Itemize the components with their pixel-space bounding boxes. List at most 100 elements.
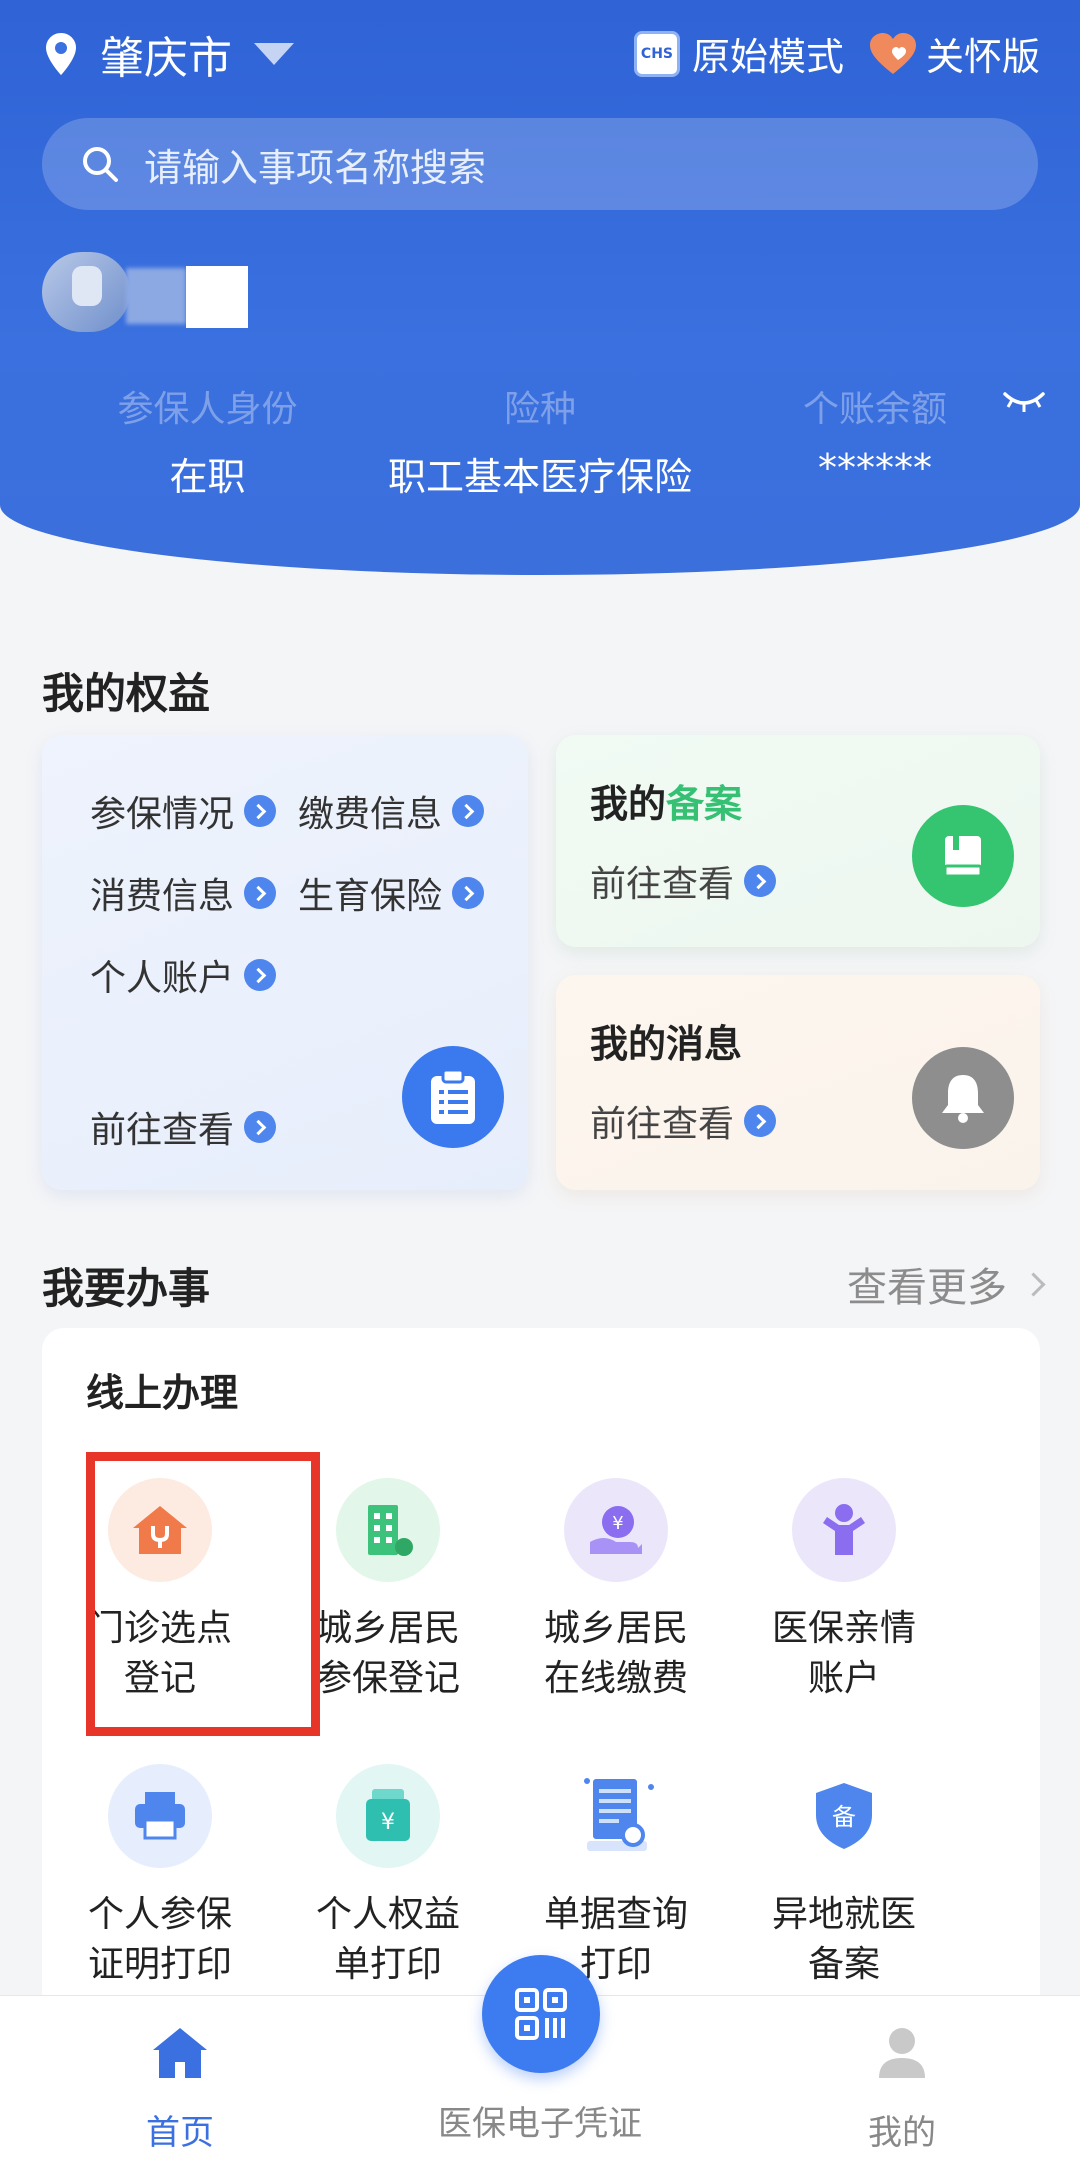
service-rights-statement-print[interactable]: ¥ 个人权益 单打印 bbox=[273, 1764, 503, 1990]
user-name-masked bbox=[126, 268, 186, 324]
messages-go-view[interactable]: 前往查看 bbox=[590, 1095, 777, 1147]
insurance-type-info: 险种 职工基本医疗保险 bbox=[360, 380, 720, 501]
care-version-label: 关怀版 bbox=[925, 35, 1040, 79]
benefit-link-consumption[interactable]: 消费信息 bbox=[90, 867, 277, 919]
insurance-type-label: 险种 bbox=[503, 389, 576, 430]
qr-code-icon bbox=[515, 1988, 567, 2040]
benefit-link-label: 个人账户 bbox=[90, 958, 235, 999]
nav-mine-label: 我的 bbox=[868, 2113, 936, 2153]
insurance-info: 参保人身份 在职 险种 职工基本医疗保险 个账余额 ****** bbox=[0, 380, 1080, 500]
benefit-link-maternity[interactable]: 生育保险 bbox=[298, 867, 485, 919]
service-label-line2: 在线缴费 bbox=[543, 1658, 688, 1699]
city-name: 肇庆市 bbox=[100, 33, 232, 84]
go-view-label: 前往查看 bbox=[590, 864, 735, 905]
building-icon bbox=[336, 1478, 440, 1582]
chevron-down-icon bbox=[254, 43, 294, 65]
my-messages-card[interactable]: 我的消息 前往查看 bbox=[556, 975, 1040, 1190]
benefit-link-label: 缴费信息 bbox=[298, 794, 443, 835]
service-remote-medical-filing[interactable]: 备 异地就医 备案 bbox=[729, 1764, 959, 1990]
benefit-link-payment[interactable]: 缴费信息 bbox=[298, 785, 485, 837]
service-label-line1: 单据查询 bbox=[543, 1894, 688, 1935]
nav-mine[interactable]: 我的 bbox=[852, 2026, 952, 2154]
location-pin-icon bbox=[46, 33, 76, 75]
yuan-wallet-icon: ¥ bbox=[336, 1764, 440, 1868]
service-resident-payment[interactable]: ¥ 城乡居民 在线缴费 bbox=[501, 1478, 731, 1704]
service-label: 异地就医 备案 bbox=[729, 1890, 959, 1990]
my-messages-title: 我的消息 bbox=[590, 1022, 743, 1066]
qr-code-button[interactable] bbox=[482, 1955, 600, 2073]
original-mode-button[interactable]: CHS 原始模式 bbox=[633, 26, 844, 81]
identity-info: 参保人身份 在职 bbox=[70, 380, 345, 501]
user-name-masked-2 bbox=[186, 266, 248, 328]
highlight-box bbox=[86, 1452, 320, 1736]
insurance-type-value: 职工基本医疗保险 bbox=[387, 455, 692, 499]
search-icon bbox=[83, 147, 118, 182]
service-label-line2: 备案 bbox=[807, 1944, 880, 1985]
identity-value: 在职 bbox=[169, 455, 246, 499]
my-filing-title: 我的备案 bbox=[590, 773, 742, 828]
service-family-account[interactable]: 医保亲情 账户 bbox=[729, 1478, 959, 1704]
filing-go-view[interactable]: 前往查看 bbox=[590, 855, 777, 907]
service-label: 医保亲情 账户 bbox=[729, 1604, 959, 1704]
nav-home[interactable]: 首页 bbox=[130, 2026, 230, 2154]
avatar[interactable] bbox=[42, 252, 130, 332]
services-section-title: 我要办事 bbox=[42, 1264, 211, 1313]
identity-label: 参保人身份 bbox=[117, 389, 298, 430]
original-mode-label: 原始模式 bbox=[691, 35, 844, 79]
service-label: 个人权益 单打印 bbox=[273, 1890, 503, 1990]
service-label-line1: 个人权益 bbox=[315, 1894, 460, 1935]
yuan-hand-icon: ¥ bbox=[564, 1478, 668, 1582]
search-placeholder: 请输入事项名称搜索 bbox=[144, 145, 487, 190]
benefit-link-participation[interactable]: 参保情况 bbox=[90, 785, 277, 837]
arrow-right-icon bbox=[244, 959, 277, 991]
eye-closed-icon[interactable] bbox=[1002, 386, 1046, 416]
home-icon bbox=[153, 2028, 207, 2078]
arrow-right-icon bbox=[244, 877, 277, 909]
go-view-label: 前往查看 bbox=[90, 1110, 235, 1151]
shield-filing-icon: 备 bbox=[792, 1764, 896, 1868]
benefit-link-label: 生育保险 bbox=[298, 876, 443, 917]
city-selector[interactable]: 肇庆市 bbox=[44, 22, 294, 86]
account-balance-label: 个账余额 bbox=[802, 389, 947, 430]
benefits-section-title: 我的权益 bbox=[42, 669, 211, 718]
service-label-line1: 城乡居民 bbox=[543, 1608, 688, 1649]
my-filing-card[interactable]: 我的备案 前往查看 bbox=[556, 735, 1040, 947]
mode-switches: CHS 原始模式 关怀版 bbox=[633, 26, 1040, 81]
arrow-right-icon bbox=[452, 795, 485, 827]
my-filing-title-highlight: 备案 bbox=[666, 782, 743, 826]
service-label-line1: 异地就医 bbox=[771, 1894, 916, 1935]
benefits-card[interactable]: 参保情况 缴费信息 消费信息 生育保险 个人账户 前往查看 bbox=[42, 735, 528, 1190]
book-icon bbox=[912, 805, 1014, 907]
arrow-right-icon bbox=[744, 865, 777, 897]
top-bar: 肇庆市 CHS 原始模式 关怀版 bbox=[0, 0, 1080, 110]
service-label-line1: 医保亲情 bbox=[771, 1608, 916, 1649]
nav-voucher[interactable]: 医保电子凭证 bbox=[430, 2096, 650, 2145]
view-more-link[interactable]: 查看更多 bbox=[847, 1255, 1042, 1313]
online-services-title: 线上办理 bbox=[86, 1371, 239, 1415]
benefit-link-personal-account[interactable]: 个人账户 bbox=[90, 949, 277, 1001]
care-version-button[interactable]: 关怀版 bbox=[844, 26, 1040, 81]
arrow-right-icon bbox=[244, 795, 277, 827]
service-enrollment-certificate-print[interactable]: 个人参保 证明打印 bbox=[45, 1764, 275, 1990]
service-label-line1: 个人参保 bbox=[87, 1894, 232, 1935]
service-label-line2: 账户 bbox=[807, 1658, 880, 1699]
shield-badge-text: 备 bbox=[832, 1803, 856, 1831]
go-view-label: 前往查看 bbox=[590, 1104, 735, 1145]
arrow-right-icon bbox=[744, 1105, 777, 1137]
bell-icon bbox=[912, 1047, 1014, 1149]
my-filing-title-prefix: 我的 bbox=[590, 782, 667, 826]
account-balance-value: ****** bbox=[818, 446, 932, 490]
search-input[interactable]: 请输入事项名称搜索 bbox=[42, 118, 1038, 210]
header-banner: 肇庆市 CHS 原始模式 关怀版 请输入事项名称搜索 参保人身份 在职 险种 职… bbox=[0, 0, 1080, 575]
svg-text:¥: ¥ bbox=[381, 1810, 395, 1835]
benefits-go-view[interactable]: 前往查看 bbox=[90, 1101, 277, 1153]
printer-icon bbox=[108, 1764, 212, 1868]
arrow-right-icon bbox=[452, 877, 485, 909]
nav-voucher-label: 医保电子凭证 bbox=[438, 2104, 642, 2144]
nav-home-label: 首页 bbox=[146, 2113, 214, 2153]
clipboard-icon bbox=[402, 1046, 504, 1148]
service-label: 个人参保 证明打印 bbox=[45, 1890, 275, 1990]
svg-text:¥: ¥ bbox=[612, 1513, 623, 1534]
service-label-line2: 单打印 bbox=[333, 1944, 442, 1985]
family-person-icon bbox=[792, 1478, 896, 1582]
